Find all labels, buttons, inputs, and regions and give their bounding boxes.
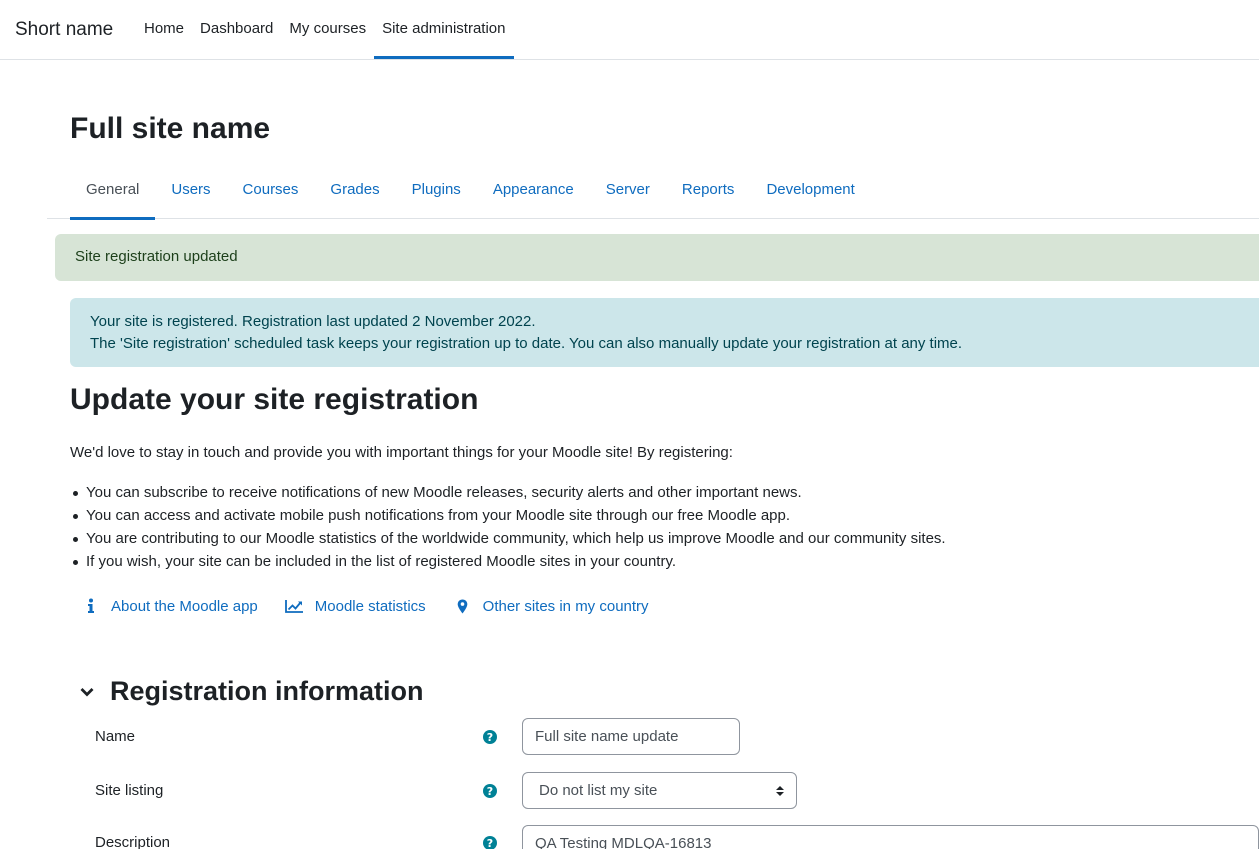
site-brand[interactable]: Short name <box>15 19 113 41</box>
site-listing-label: Site listing <box>95 782 164 799</box>
registration-heading: Update your site registration <box>70 383 479 416</box>
description-row: Description ? QA Testing MDLQA-16813 <box>95 825 1259 849</box>
about-moodle-app-link[interactable]: About the Moodle app <box>80 596 258 616</box>
nav-site-administration[interactable]: Site administration <box>374 0 514 59</box>
moodle-statistics-label: Moodle statistics <box>314 597 426 615</box>
tab-reports[interactable]: Reports <box>666 160 751 219</box>
nav-my-courses[interactable]: My courses <box>281 0 374 58</box>
page-title: Full site name <box>70 112 271 145</box>
registration-links: About the Moodle app Moodle statistics O… <box>80 596 675 616</box>
tab-general[interactable]: General <box>70 160 156 220</box>
description-textarea[interactable]: QA Testing MDLQA-16813 <box>522 825 1259 849</box>
site-listing-value: Do not list my site <box>539 782 658 799</box>
info-alert-line-2: The 'Site registration' scheduled task k… <box>90 335 963 352</box>
list-item: You can access and activate mobile push … <box>70 506 946 529</box>
moodle-statistics-link[interactable]: Moodle statistics <box>284 596 426 616</box>
tab-development[interactable]: Development <box>750 160 870 219</box>
list-item: If you wish, your site can be included i… <box>70 552 946 575</box>
tab-users[interactable]: Users <box>155 160 226 219</box>
tab-grades[interactable]: Grades <box>314 160 395 219</box>
tab-appearance[interactable]: Appearance <box>477 160 590 219</box>
tab-server[interactable]: Server <box>590 160 666 219</box>
tab-courses[interactable]: Courses <box>227 160 315 219</box>
list-item: You can subscribe to receive notificatio… <box>70 483 946 506</box>
other-sites-link[interactable]: Other sites in my country <box>452 596 649 616</box>
site-listing-row: Site listing ? Do not list my site <box>95 772 1259 812</box>
info-alert-line-1: Your site is registered. Registration la… <box>90 313 536 330</box>
success-alert: Site registration updated <box>55 234 1259 281</box>
primary-navigation: Home Dashboard My courses Site administr… <box>136 0 514 59</box>
name-field[interactable]: Full site name update <box>522 718 740 755</box>
select-arrows-icon <box>776 786 784 796</box>
registration-intro: We'd love to stay in touch and provide y… <box>70 444 733 461</box>
help-icon[interactable]: ? <box>483 836 497 849</box>
info-icon <box>80 596 102 616</box>
name-row: Name ? Full site name update <box>95 718 1259 758</box>
other-sites-label: Other sites in my country <box>482 597 649 615</box>
description-label: Description <box>95 834 171 849</box>
chevron-down-icon[interactable] <box>76 681 98 703</box>
top-navbar: Short name Home Dashboard My courses Sit… <box>0 0 1259 60</box>
map-marker-icon <box>452 596 474 616</box>
list-item: You are contributing to our Moodle stati… <box>70 529 946 552</box>
tab-plugins[interactable]: Plugins <box>396 160 477 219</box>
help-icon[interactable]: ? <box>483 784 497 798</box>
fieldset-title: Registration information <box>110 676 424 706</box>
site-listing-select[interactable]: Do not list my site <box>522 772 797 809</box>
name-label: Name <box>95 728 136 745</box>
chart-line-icon <box>284 596 306 616</box>
info-alert: Your site is registered. Registration la… <box>70 298 1259 367</box>
nav-home[interactable]: Home <box>136 0 192 58</box>
help-icon[interactable]: ? <box>483 730 497 744</box>
benefits-list: You can subscribe to receive notificatio… <box>70 483 946 575</box>
nav-dashboard[interactable]: Dashboard <box>192 0 281 58</box>
about-moodle-app-label: About the Moodle app <box>111 597 258 615</box>
registration-info-legend[interactable]: Registration information <box>76 676 424 707</box>
admin-tabs: General Users Courses Grades Plugins App… <box>47 160 1259 220</box>
